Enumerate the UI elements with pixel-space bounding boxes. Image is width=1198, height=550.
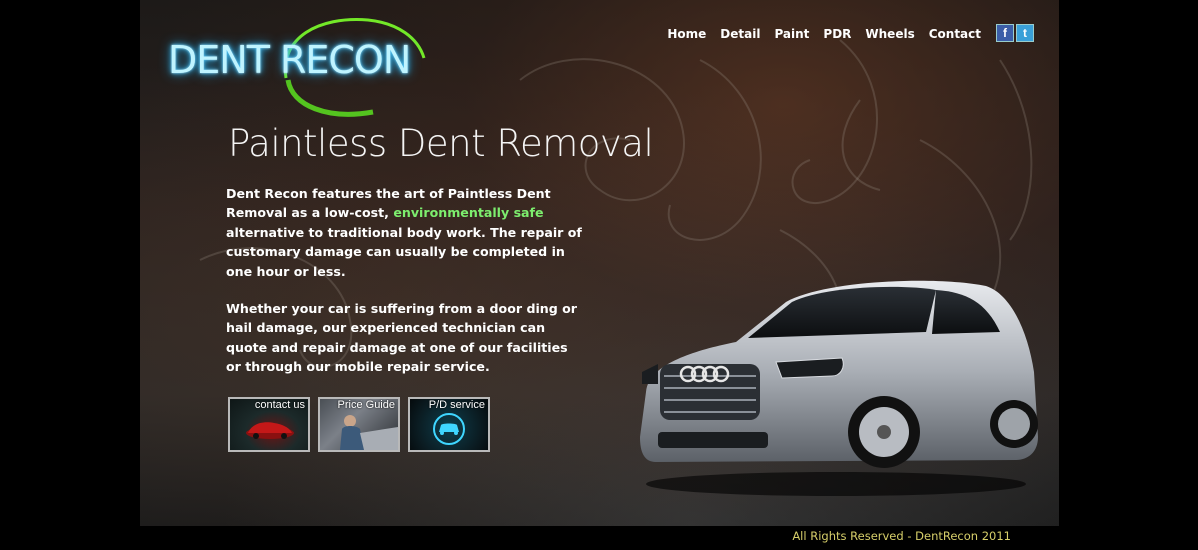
- footer-copyright: All Rights Reserved - DentRecon 2011: [792, 529, 1011, 543]
- page-stage: DENT RECON Home Detail Paint PDR Wheels …: [140, 0, 1059, 526]
- intro-paragraph-2: Whether your car is suffering from a doo…: [226, 301, 578, 375]
- price-guide-label: Price Guide: [337, 399, 395, 411]
- suv-car-image: [640, 280, 1038, 496]
- price-guide-thumbnail[interactable]: Price Guide: [318, 397, 400, 452]
- social-links: f t: [996, 24, 1034, 42]
- intro-paragraph-1: Dent Recon features the art of Paintless…: [226, 184, 586, 281]
- nav-paint[interactable]: Paint: [774, 27, 809, 41]
- nav-pdr[interactable]: PDR: [823, 27, 851, 41]
- intro-copy: Dent Recon features the art of Paintless…: [226, 184, 586, 395]
- contact-us-thumbnail[interactable]: contact us: [228, 397, 310, 452]
- nav-detail[interactable]: Detail: [720, 27, 760, 41]
- logo-text: DENT RECON: [168, 38, 411, 82]
- intro-highlight: environmentally safe: [393, 205, 544, 221]
- feature-thumbnails: contact us Price Guide P/D service: [228, 397, 490, 452]
- pd-service-thumbnail[interactable]: P/D service: [408, 397, 490, 452]
- nav-home[interactable]: Home: [667, 27, 706, 41]
- contact-us-label: contact us: [254, 399, 305, 411]
- page-title: Paintless Dent Removal: [228, 122, 654, 165]
- intro-text-end: alternative to traditional body work. Th…: [226, 224, 582, 279]
- brand-logo[interactable]: DENT RECON: [168, 8, 428, 118]
- nav-contact[interactable]: Contact: [929, 27, 981, 41]
- nav-wheels[interactable]: Wheels: [865, 27, 914, 41]
- pd-service-label: P/D service: [428, 399, 485, 411]
- facebook-icon[interactable]: f: [996, 24, 1014, 42]
- twitter-icon[interactable]: t: [1016, 24, 1034, 42]
- main-nav: Home Detail Paint PDR Wheels Contact: [667, 27, 981, 41]
